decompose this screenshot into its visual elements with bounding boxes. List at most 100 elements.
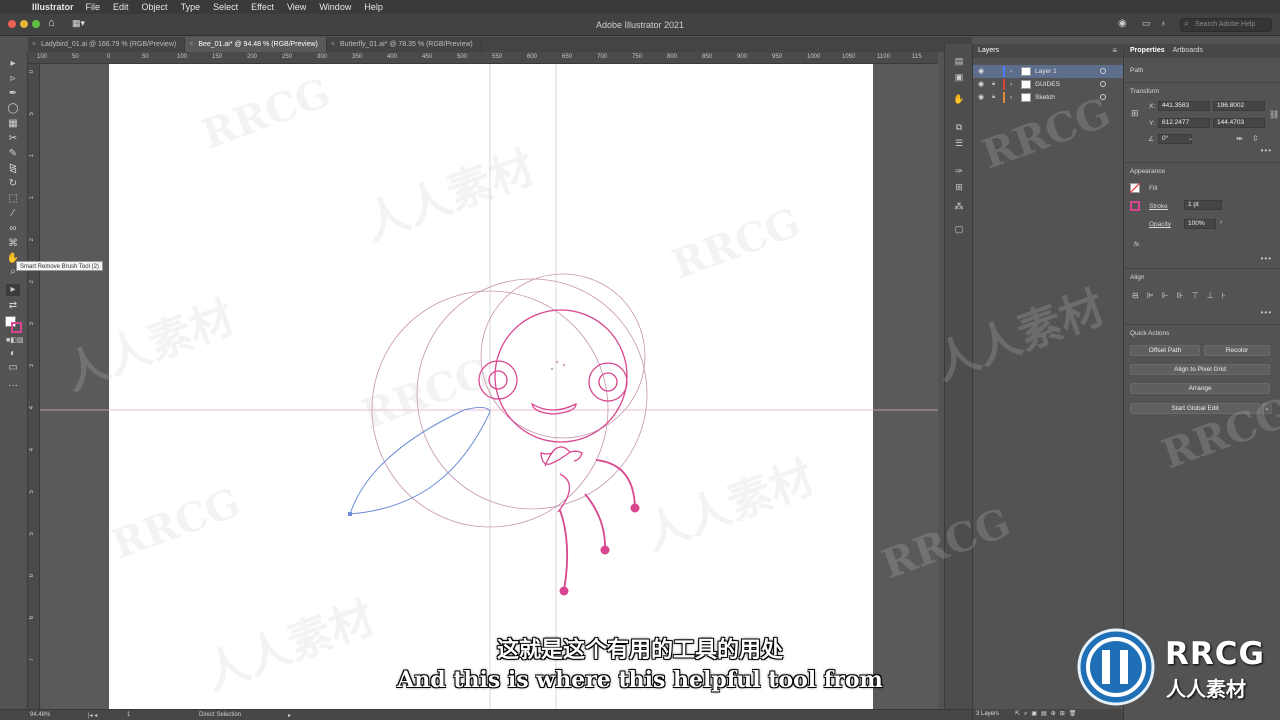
more-options-icon[interactable]: •••: [1261, 254, 1272, 263]
direct-selection-tool-icon[interactable]: ▹: [6, 73, 20, 85]
bee-eye-right-inner[interactable]: [598, 372, 618, 392]
angle-dropdown-icon[interactable]: ⌄: [1188, 135, 1193, 142]
bee-leg-tip[interactable]: [559, 586, 569, 596]
layer-row-sketch[interactable]: ◉ 🔒︎ › Sketch: [973, 91, 1123, 104]
align-buttons-icons[interactable]: ⊟⊫⊩⊪⊤⊥⊦: [1132, 291, 1234, 300]
menu-app-name[interactable]: Illustrator: [32, 2, 74, 12]
opacity-field[interactable]: 100%: [1184, 219, 1216, 229]
menu-object[interactable]: Object: [142, 2, 168, 12]
layer-name[interactable]: GUIDES: [1035, 78, 1060, 91]
more-options-icon[interactable]: •••: [1261, 308, 1272, 317]
stroke-swatch[interactable]: [11, 322, 22, 333]
menu-effect[interactable]: Effect: [251, 2, 274, 12]
menu-type[interactable]: Type: [181, 2, 201, 12]
bee-leg[interactable]: [595, 459, 636, 509]
start-global-edit-button[interactable]: Start Global Edit: [1130, 403, 1260, 414]
transform-panel-icon[interactable]: ⊞: [953, 182, 965, 193]
selection-tool-icon[interactable]: ▸: [6, 58, 20, 70]
symbols-panel-icon[interactable]: ⁂: [953, 201, 965, 212]
tab-butterfly[interactable]: × Butterfly_01.ai* @ 78.35 % (RGB/Preview…: [327, 37, 482, 52]
visibility-eye-icon[interactable]: ◉: [978, 78, 984, 91]
screen-mode-icon[interactable]: ▭: [6, 362, 20, 374]
tab-artboards[interactable]: Artboards: [1173, 47, 1203, 54]
tab-ladybird[interactable]: × Ladybird_01.ai @ 166.79 % (RGB/Preview): [28, 37, 186, 52]
pencil-tool-icon[interactable]: ✎: [6, 148, 20, 160]
swap-colors-icon[interactable]: ⇄: [6, 300, 20, 312]
current-tool-status[interactable]: Direct Selection: [199, 712, 241, 718]
image-panel-icon[interactable]: ▣: [953, 72, 965, 83]
eyedropper-tool-icon[interactable]: ⁄: [6, 208, 20, 220]
close-tab-icon[interactable]: ×: [32, 41, 36, 48]
y-field[interactable]: 612.2477: [1158, 118, 1210, 128]
target-ring-icon[interactable]: [1100, 81, 1106, 87]
close-tab-icon[interactable]: ×: [331, 41, 335, 48]
artboard-prev-icon[interactable]: |◂ ◂: [88, 712, 97, 719]
lock-icon[interactable]: 🔒︎: [992, 91, 995, 104]
bee-wing-path[interactable]: [349, 406, 491, 515]
constrain-proportions-icon[interactable]: ⛓: [1269, 110, 1279, 119]
layers-panel-title[interactable]: Layers: [973, 44, 1122, 58]
align-pixel-grid-button[interactable]: Align to Pixel Grid: [1130, 364, 1270, 375]
menu-edit[interactable]: Edit: [113, 2, 129, 12]
grid-tool-icon[interactable]: ▦: [6, 118, 20, 130]
layer-row-guides[interactable]: ◉ 🔒︎ › GUIDES: [973, 78, 1123, 91]
artwork-canvas[interactable]: [40, 64, 938, 709]
menu-view[interactable]: View: [287, 2, 306, 12]
bee-bow[interactable]: [540, 446, 571, 467]
bee-bow-right[interactable]: [569, 450, 583, 462]
angle-field[interactable]: 0°: [1158, 134, 1192, 144]
horizontal-ruler[interactable]: 100 50 0 50 100 150 200 250 300 350 400 450 500 550 60…: [28, 52, 938, 64]
stroke-label[interactable]: Stroke: [1149, 203, 1168, 210]
global-edit-dropdown-icon[interactable]: ⌄: [1262, 403, 1272, 414]
x-field[interactable]: 441.3583: [1158, 101, 1210, 111]
more-tools-icon[interactable]: ···: [6, 380, 20, 392]
panel-menu-icon[interactable]: ≡: [1112, 46, 1117, 55]
smart-remove-brush-tool-icon[interactable]: ⌘: [6, 238, 20, 250]
stroke-weight-field[interactable]: 1 pt: [1184, 200, 1222, 210]
brush-panel-icon[interactable]: ✑: [953, 166, 965, 177]
arrange-button[interactable]: Arrange: [1130, 383, 1270, 394]
draw-mode-icon[interactable]: ◐: [6, 348, 20, 360]
selected-anchor[interactable]: [348, 512, 352, 516]
free-transform-tool-icon[interactable]: ⬚: [6, 193, 20, 205]
menu-select[interactable]: Select: [213, 2, 238, 12]
layer-row-layer-1[interactable]: ◉ › Layer 1: [973, 65, 1123, 78]
w-field[interactable]: 196.8002: [1213, 101, 1265, 111]
expand-chevron-icon[interactable]: ›: [1010, 91, 1012, 104]
hand-panel-icon[interactable]: ✋: [953, 94, 965, 105]
libraries-icon[interactable]: ▤: [953, 56, 965, 67]
target-ring-icon[interactable]: [1100, 68, 1106, 74]
target-ring-icon[interactable]: [1100, 94, 1106, 100]
bee-leg[interactable]: [559, 509, 569, 591]
close-tab-icon[interactable]: ×: [189, 41, 193, 48]
cloud-docs-icon[interactable]: ▭: [1142, 18, 1151, 29]
align-panel-icon[interactable]: ☰: [953, 138, 965, 149]
reference-point-icon[interactable]: ⊞: [1131, 108, 1139, 119]
expand-chevron-icon[interactable]: ›: [1010, 65, 1012, 78]
bee-mouth[interactable]: [531, 402, 577, 415]
sketch-circle[interactable]: [416, 278, 648, 510]
h-field[interactable]: 144.4703: [1213, 118, 1265, 128]
fx-button[interactable]: fx.: [1134, 241, 1141, 248]
layer-name[interactable]: Layer 1: [1035, 65, 1057, 78]
zoom-level[interactable]: 94.48%: [30, 712, 50, 718]
layer-name[interactable]: Sketch: [1035, 91, 1055, 104]
fill-label[interactable]: Fill: [1149, 185, 1157, 192]
recolor-button[interactable]: Recolor: [1204, 345, 1270, 356]
menu-window[interactable]: Window: [319, 2, 351, 12]
wing-anchor-points[interactable]: [349, 406, 491, 515]
flip-vertical-icon[interactable]: ⇳: [1252, 134, 1259, 143]
menu-help[interactable]: Help: [364, 2, 383, 12]
tab-properties[interactable]: Properties: [1130, 47, 1165, 54]
flip-horizontal-icon[interactable]: ⇹: [1236, 134, 1243, 143]
vertical-ruler[interactable]: 051122334455667: [28, 64, 40, 709]
scissors-tool-icon[interactable]: ✂: [6, 133, 20, 145]
discover-icon[interactable]: ♁: [1160, 18, 1167, 28]
bee-body-curve[interactable]: [557, 473, 571, 513]
rotate-tool-icon[interactable]: ↻: [6, 178, 20, 190]
stroke-color-swatch[interactable]: [1130, 201, 1140, 211]
reflect-tool-icon[interactable]: ⧎: [6, 163, 20, 175]
visibility-eye-icon[interactable]: ◉: [978, 91, 984, 104]
tab-bee[interactable]: × Bee_01.ai* @ 94.48 % (RGB/Preview): [185, 37, 327, 52]
status-arrow-icon[interactable]: ▸: [288, 712, 291, 719]
